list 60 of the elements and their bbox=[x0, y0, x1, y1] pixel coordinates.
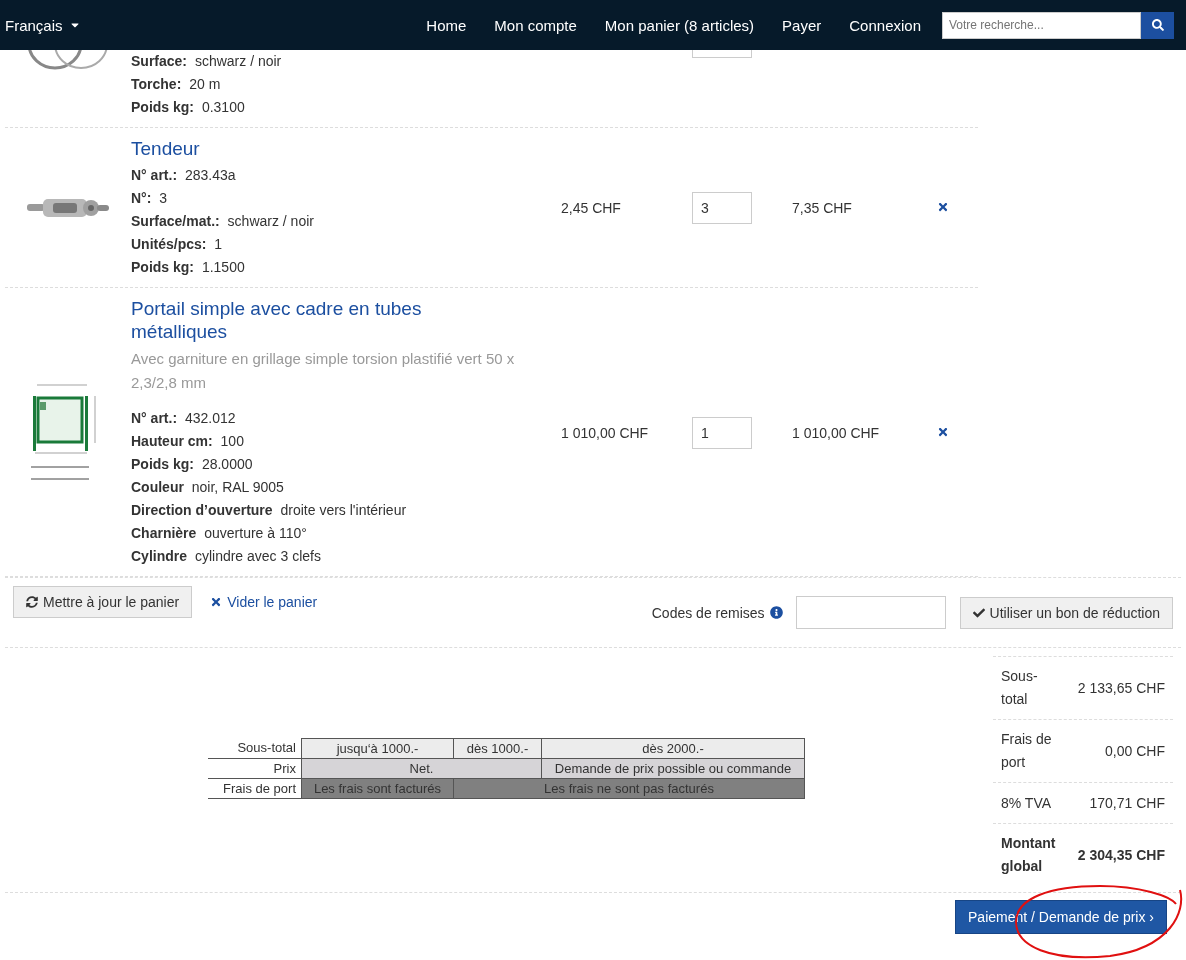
search-icon bbox=[1151, 19, 1164, 31]
nav-link[interactable]: Mon compte bbox=[480, 16, 591, 34]
product-attribute: Couleur noir, RAL 9005 bbox=[131, 478, 285, 497]
table-cell: dès 2000.- bbox=[541, 738, 805, 758]
product-attribute: Surface/mat.: schwarz / noir bbox=[131, 212, 315, 231]
summary-value: 170,71 CHF bbox=[1089, 795, 1165, 811]
summary-label: Frais de port bbox=[1001, 730, 1053, 772]
summary-label: Sous-total bbox=[1001, 667, 1039, 709]
product-attribute: Unités/pcs: 1 bbox=[131, 235, 224, 254]
table-cell: Les frais sont facturés bbox=[302, 778, 453, 798]
product-attribute: Poids kg: 28.0000 bbox=[131, 455, 254, 474]
quantity-field[interactable]: 3 bbox=[692, 192, 752, 224]
product-attribute: Hauteur cm: 100 bbox=[131, 432, 245, 451]
nav-link[interactable]: Payer bbox=[768, 16, 836, 34]
nav-link[interactable]: Home bbox=[412, 16, 481, 34]
product-attribute: Cylindre cylindre avec 3 clefs bbox=[131, 547, 322, 566]
summary-value: 2 133,65 CHF bbox=[1077, 680, 1165, 696]
product-attribute: Surface: schwarz / noir bbox=[131, 52, 283, 71]
check-icon bbox=[972, 606, 985, 619]
summary-label: 8% TVA bbox=[1001, 793, 1053, 813]
line-total: 1 010,00 CHF bbox=[792, 424, 880, 441]
nav-link[interactable]: Connexion bbox=[835, 16, 935, 34]
search-button[interactable] bbox=[1141, 11, 1174, 39]
summary-label: Montant global bbox=[1001, 834, 1057, 876]
table-cell: Les frais ne sont pas facturés bbox=[453, 778, 805, 798]
product-attribute: Poids kg: 1.1500 bbox=[131, 258, 246, 277]
empty-cart-link[interactable]: Vider le panier bbox=[210, 594, 318, 610]
product-attribute: N° art.: 432.012 bbox=[131, 409, 237, 428]
quantity-field[interactable] bbox=[692, 50, 752, 58]
product-title[interactable]: Portail simple avec cadre en tubes métalliques bbox=[131, 297, 451, 343]
table-cell: dès 1000.- bbox=[453, 738, 541, 758]
remove-icon[interactable] bbox=[937, 201, 949, 213]
remove-icon[interactable] bbox=[937, 425, 949, 438]
apply-voucher-button[interactable]: Utiliser un bon de réduction bbox=[959, 596, 1173, 629]
unit-price: 2,45 CHF bbox=[561, 200, 621, 216]
quantity-field[interactable]: 1 bbox=[692, 416, 752, 449]
search-field[interactable]: Votre recherche... bbox=[942, 11, 1141, 39]
unit-price: 1 010,00 CHF bbox=[561, 424, 649, 441]
update-cart-button[interactable]: Mettre à jour le panier bbox=[13, 586, 193, 618]
product-attribute: Torche: 20 m bbox=[131, 75, 222, 94]
close-icon bbox=[210, 596, 223, 608]
language-menu[interactable]: Français bbox=[5, 16, 81, 34]
product-description: Avec garniture en grillage simple torsion plastifié vert 50 x 2,3/2,8 mm bbox=[131, 349, 516, 393]
nav-link[interactable]: Mon panier (8 articles) bbox=[590, 16, 769, 34]
line-total: 7,35 CHF bbox=[792, 200, 852, 216]
table-cell: Net. bbox=[302, 758, 541, 778]
product-attribute: N° art.: 283.43a bbox=[131, 166, 237, 185]
product-attribute: N°: 3 bbox=[131, 189, 169, 208]
product-title[interactable]: Tendeur bbox=[131, 137, 451, 160]
discount-code-field[interactable] bbox=[795, 596, 946, 629]
info-icon bbox=[769, 606, 783, 619]
discount-label: Codes de remises bbox=[651, 604, 765, 621]
summary-value: 2 304,35 CHF bbox=[1077, 847, 1165, 863]
refresh-icon bbox=[26, 596, 38, 608]
product-attribute: Poids kg: 0.3100 bbox=[131, 98, 246, 117]
product-attribute: Direction d’ouverture droite vers l'intérieur bbox=[131, 501, 408, 520]
table-cell: jusqu‘à 1000.- bbox=[302, 738, 453, 758]
table-cell: Demande de prix possible ou commande bbox=[541, 758, 805, 778]
product-attribute: Charnière ouverture à 110° bbox=[131, 524, 308, 543]
summary-value: 0,00 CHF bbox=[1105, 743, 1165, 759]
